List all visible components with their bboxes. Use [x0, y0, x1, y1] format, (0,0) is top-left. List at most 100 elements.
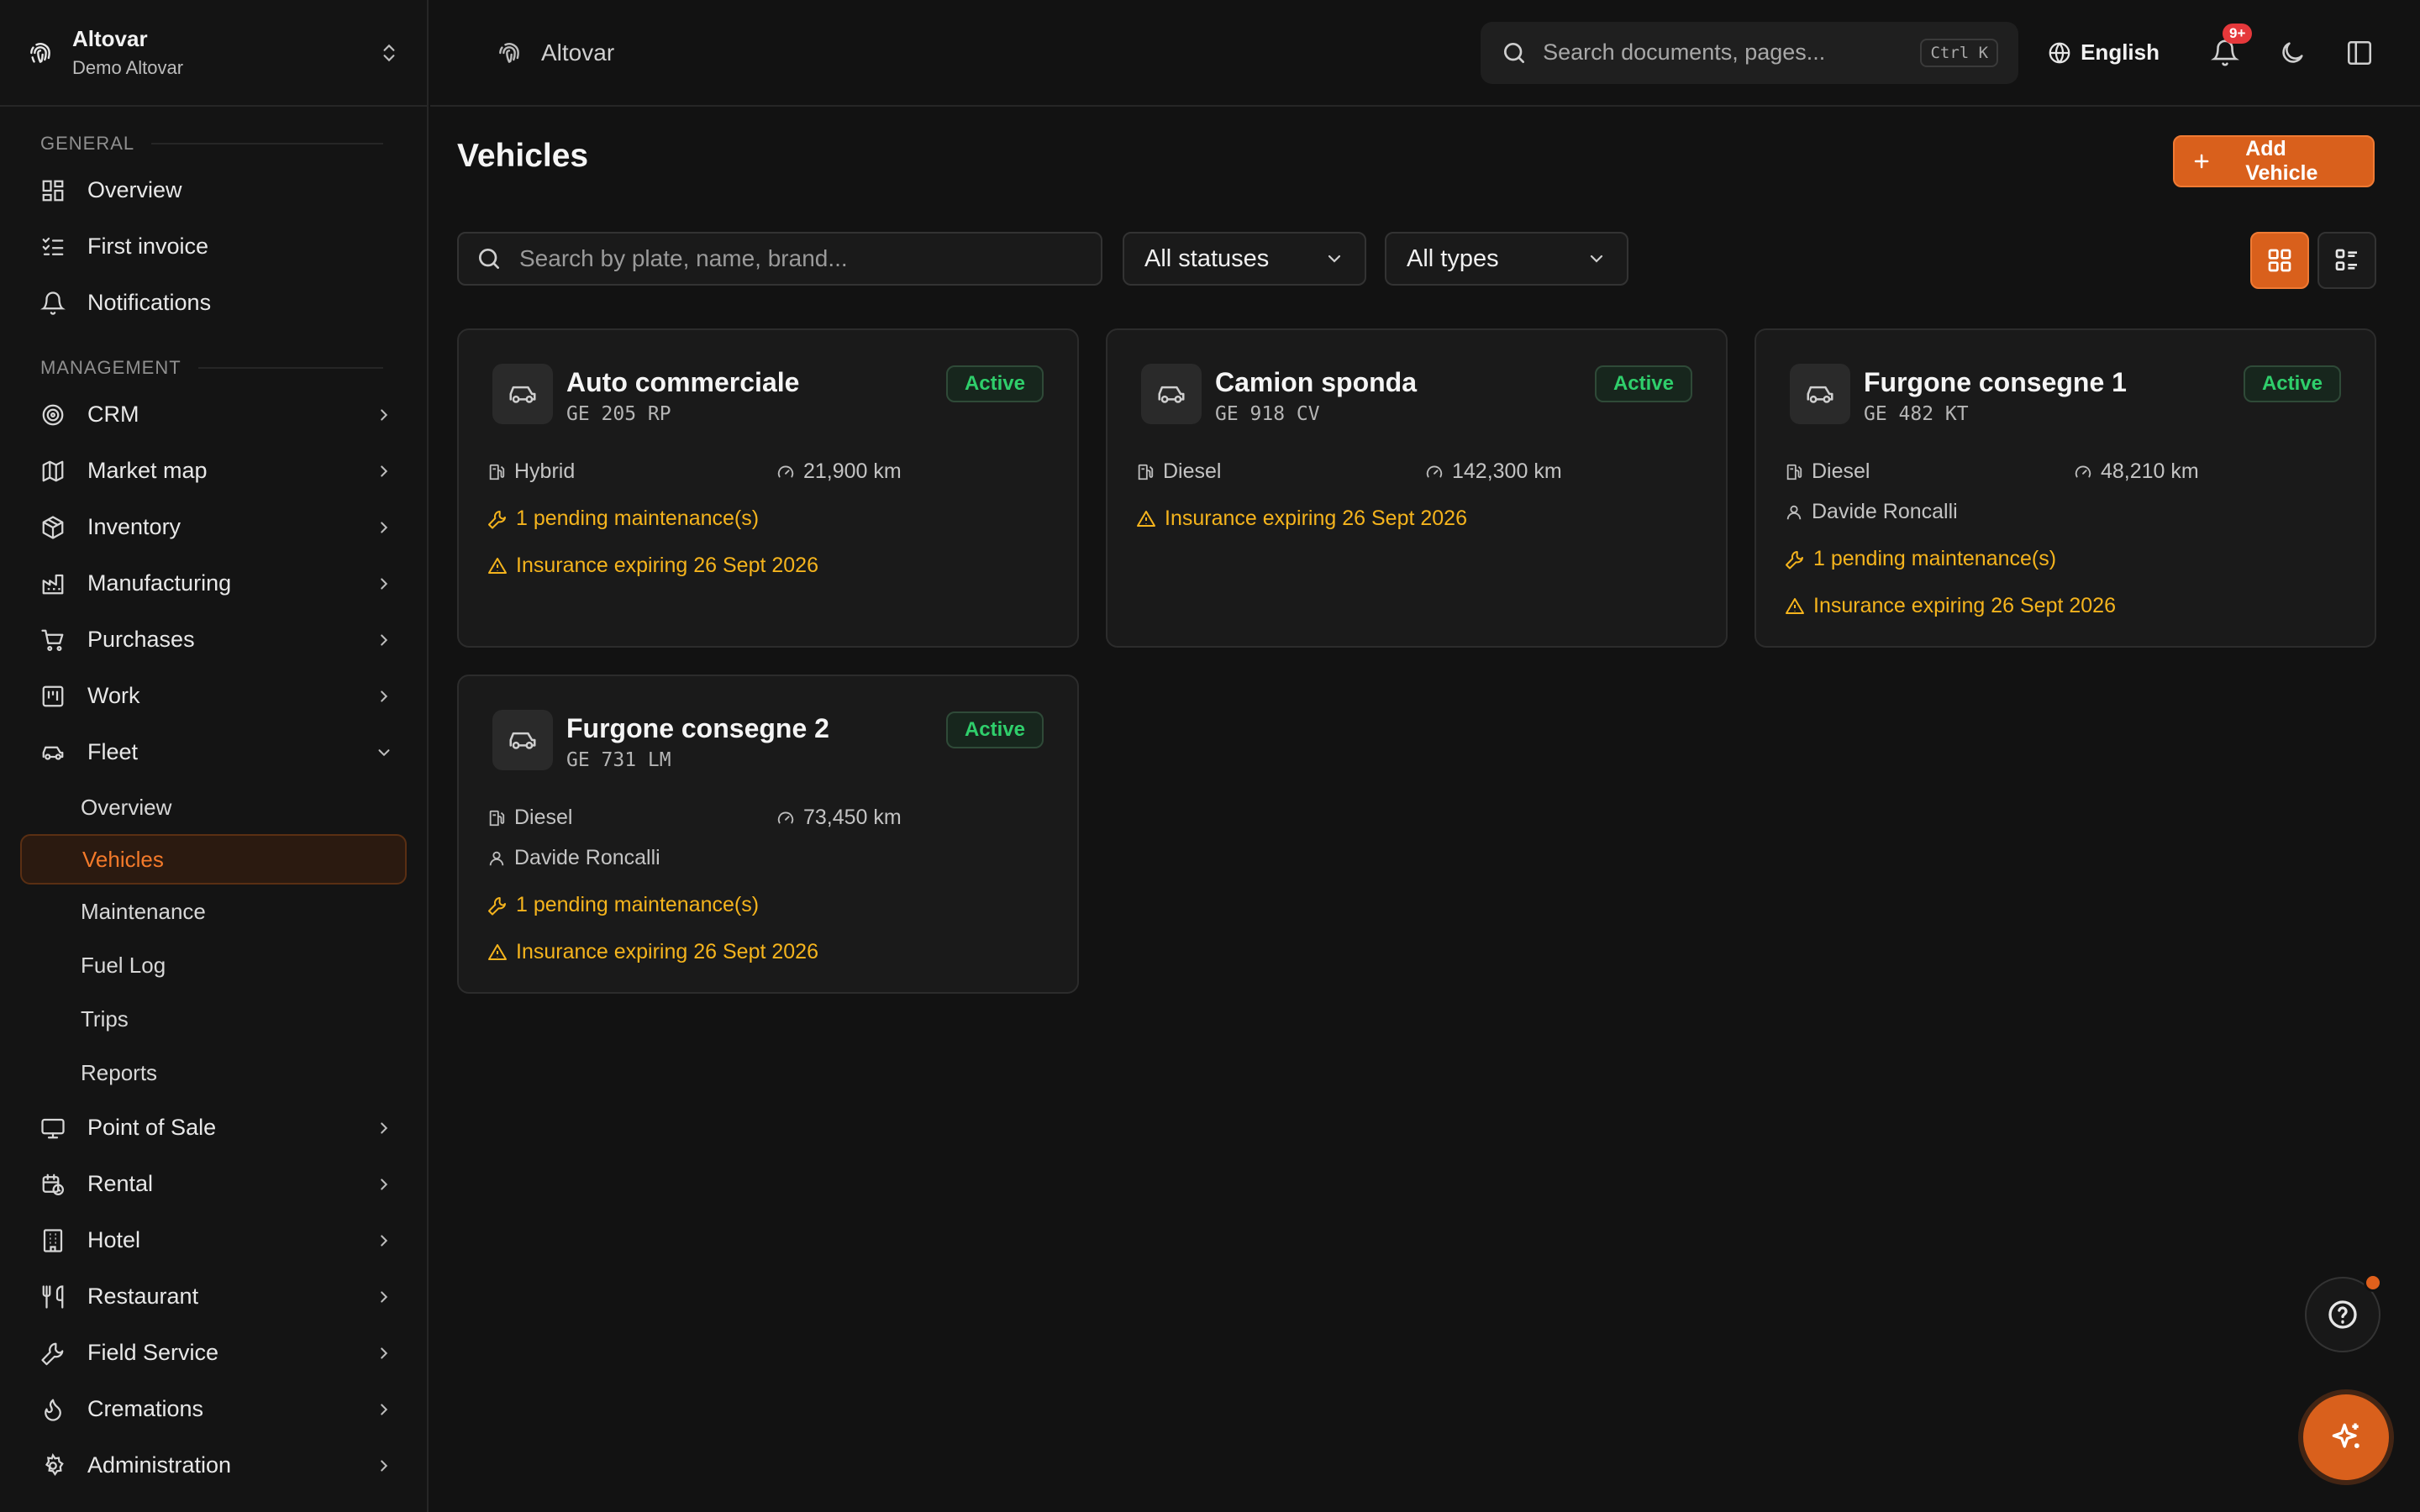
kanban-icon: [42, 685, 64, 706]
grid-view-button[interactable]: [2250, 232, 2309, 289]
assigned-driver: Davide Roncalli: [1785, 500, 1958, 524]
sidebar-item-inventory[interactable]: Inventory: [0, 499, 427, 555]
sidebar-item-label: Market map: [87, 458, 208, 483]
vehicle-search-input[interactable]: Search by plate, name, brand...: [457, 232, 1102, 286]
insurance-warning: Insurance expiring 26 Sept 2026: [487, 554, 818, 578]
sidebar-subitem-reports[interactable]: Reports: [0, 1046, 427, 1100]
sidebar-item-label: Rental: [87, 1171, 154, 1196]
vehicle-avatar: [492, 710, 553, 770]
vehicle-plate: GE 731 LM: [566, 749, 671, 771]
vehicle-card[interactable]: Auto commerciale GE 205 RP Active Hybrid…: [457, 328, 1079, 648]
grid-icon: [2268, 249, 2291, 272]
maintenance-warning: 1 pending maintenance(s): [487, 893, 759, 917]
sidebar-subitem-trips[interactable]: Trips: [0, 992, 427, 1046]
sidebar-item-manufacturing[interactable]: Manufacturing: [0, 555, 427, 612]
car-icon: [1158, 386, 1185, 403]
gauge-icon: [2075, 465, 2091, 477]
fuel-type: Diesel: [1785, 459, 1870, 484]
car-icon: [1807, 386, 1833, 403]
add-vehicle-button[interactable]: Add Vehicle: [2173, 135, 2375, 187]
sidebar-item-label: Cremations: [87, 1396, 204, 1421]
sidebar-item-work[interactable]: Work: [0, 668, 427, 724]
type-filter-select[interactable]: All types: [1385, 232, 1628, 286]
insurance-warning: Insurance expiring 26 Sept 2026: [1785, 594, 2116, 618]
status-badge: Active: [2243, 365, 2341, 402]
sidebar-item-restaurant[interactable]: Restaurant: [0, 1268, 427, 1325]
sidebar-subitem-vehicles[interactable]: Vehicles: [20, 834, 407, 885]
vehicle-avatar: [492, 364, 553, 424]
mileage: 142,300 km: [1425, 459, 1562, 484]
sidebar-item-purchases[interactable]: Purchases: [0, 612, 427, 668]
sidebar-item-label: Administration: [87, 1452, 232, 1478]
sidebar-item-rental[interactable]: Rental: [0, 1156, 427, 1212]
chevron-right-icon: [381, 1347, 388, 1359]
sidebar-item-notifications[interactable]: Notifications: [0, 275, 427, 331]
sidebar-item-label: CRM: [87, 402, 139, 427]
monitor-icon: [41, 1118, 65, 1138]
car-icon: [509, 386, 536, 403]
main-content: Vehicles Add Vehicle Search by plate, na…: [430, 108, 2420, 1512]
fuel-icon: [1786, 464, 1802, 480]
cart-icon: [41, 629, 64, 651]
vehicle-card[interactable]: Camion sponda GE 918 CV Active Diesel 14…: [1106, 328, 1728, 648]
notification-count-badge: 9+: [2223, 23, 2253, 44]
sidebar-item-label: Inventory: [87, 514, 182, 539]
section-general: GENERAL: [0, 125, 427, 162]
sidebar-item-label: Overview: [87, 177, 182, 202]
fingerprint-icon: [499, 42, 519, 63]
insurance-warning: Insurance expiring 26 Sept 2026: [1136, 507, 1467, 531]
chevron-right-icon: [381, 1459, 388, 1472]
maintenance-warning: 1 pending maintenance(s): [487, 507, 759, 531]
add-vehicle-label: Add Vehicle: [2245, 137, 2318, 185]
sidebar-subitem-maintenance[interactable]: Maintenance: [0, 885, 427, 938]
car-icon: [42, 746, 64, 760]
vehicle-card-header: Auto commerciale GE 205 RP: [492, 364, 799, 425]
breadcrumb: Altovar: [496, 39, 1481, 66]
sidebar-item-hotel[interactable]: Hotel: [0, 1212, 427, 1268]
moon-icon: [2282, 41, 2303, 63]
sidebar-item-fleet[interactable]: Fleet: [0, 724, 427, 780]
flame-icon: [45, 1399, 61, 1421]
org-switcher[interactable]: Altovar Demo Altovar: [0, 0, 427, 107]
bell-icon: [40, 291, 66, 315]
globe-icon: [2049, 42, 2070, 63]
mileage: 73,450 km: [776, 806, 902, 830]
sidebar-item-field-service[interactable]: Field Service: [0, 1325, 427, 1381]
org-subtitle: Demo Altovar: [72, 57, 184, 78]
sidebar-item-administration[interactable]: Administration: [0, 1437, 427, 1494]
assigned-driver: Davide Roncalli: [487, 846, 660, 870]
status-filter-select[interactable]: All statuses: [1123, 232, 1366, 286]
status-badge: Active: [945, 711, 1044, 748]
sidebar-toggle-button[interactable]: [2345, 39, 2374, 67]
sidebar-item-first-invoice[interactable]: First invoice: [0, 218, 427, 275]
language-selector[interactable]: English: [2047, 39, 2160, 66]
building-icon: [43, 1228, 63, 1252]
ai-assistant-button[interactable]: [2303, 1394, 2389, 1480]
wrench-icon: [488, 510, 506, 528]
gauge-icon: [1426, 465, 1443, 477]
vehicle-card[interactable]: Furgone consegne 2 GE 731 LM Active Dies…: [457, 675, 1079, 994]
chevron-right-icon: [381, 690, 388, 702]
list-view-button[interactable]: [2317, 232, 2376, 289]
sidebar-item-crm[interactable]: CRM: [0, 386, 427, 443]
gauge-icon: [777, 465, 794, 477]
sidebar-item-cremations[interactable]: Cremations: [0, 1381, 427, 1437]
sidebar-item-label: Fleet: [87, 739, 139, 764]
vehicle-card[interactable]: Furgone consegne 1 GE 482 KT Active Dies…: [1754, 328, 2376, 648]
sidebar-item-point-of-sale[interactable]: Point of Sale: [0, 1100, 427, 1156]
theme-toggle-button[interactable]: [2278, 39, 2307, 67]
page-title: Vehicles: [457, 138, 589, 174]
alert-triangle-icon: [1786, 597, 1804, 614]
sidebar-item-overview[interactable]: Overview: [0, 162, 427, 218]
list-checks-icon: [42, 237, 64, 255]
sidebar-item-market-map[interactable]: Market map: [0, 443, 427, 499]
notifications-button[interactable]: 9+: [2211, 23, 2253, 67]
chevron-right-icon: [381, 577, 388, 590]
chevron-right-icon: [381, 633, 388, 646]
chevron-right-icon: [381, 1290, 388, 1303]
global-search[interactable]: Search documents, pages... Ctrl K: [1481, 21, 2019, 84]
vehicle-avatar: [1790, 364, 1850, 424]
sidebar-subitem-fuel-log[interactable]: Fuel Log: [0, 938, 427, 992]
vehicle-name: Furgone consegne 2: [566, 713, 829, 743]
sidebar-subitem-fleet-overview[interactable]: Overview: [0, 780, 427, 834]
